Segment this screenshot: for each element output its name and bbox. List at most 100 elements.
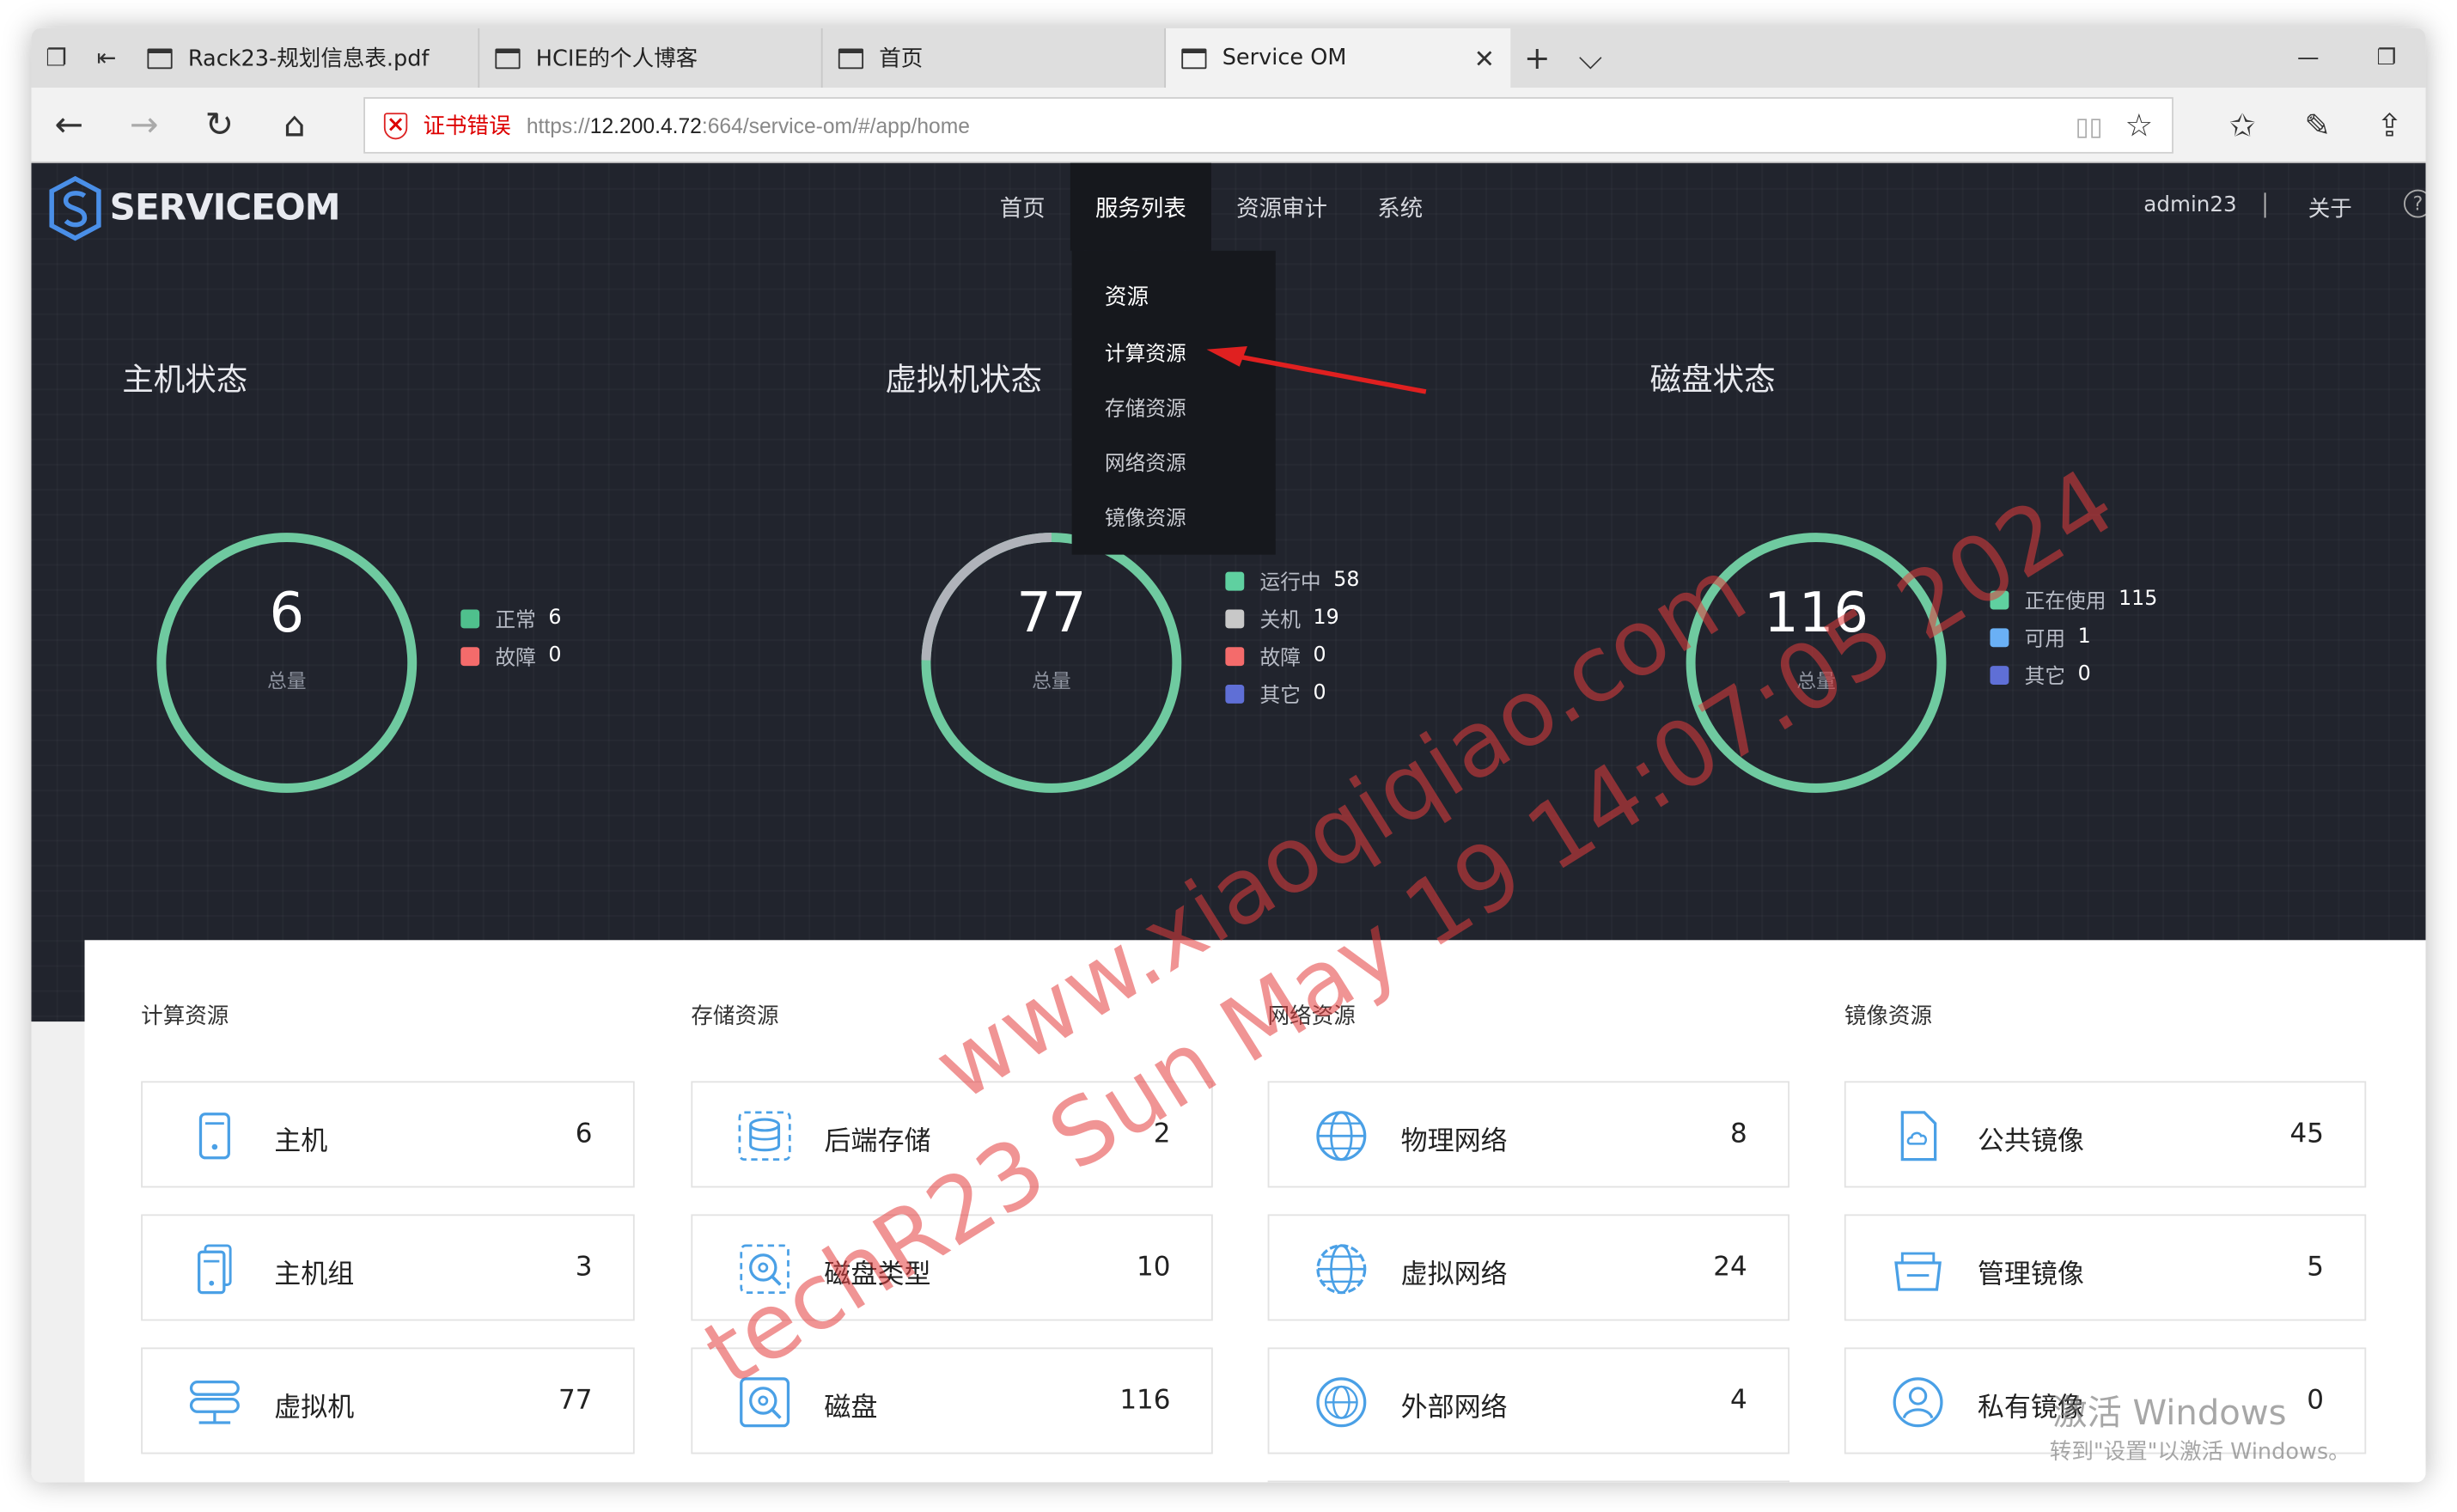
home-button[interactable]: ⌂ [266, 101, 323, 150]
globe-icon [1316, 1244, 1367, 1295]
card-label: 主机组 [274, 1259, 355, 1291]
tab-home[interactable]: 首页 [823, 27, 1167, 88]
card-managed-image[interactable]: 管理镜像 5 [1844, 1214, 2367, 1321]
globe-icon [1316, 1377, 1367, 1428]
legend-label: 可用 [2024, 628, 2066, 652]
card-label: 虚拟网络 [1400, 1259, 1508, 1291]
chevron-down-icon[interactable]: ⌵ [1564, 28, 1617, 88]
minimize-button[interactable]: — [2269, 28, 2347, 88]
card-label: 虚拟机 [274, 1393, 355, 1424]
url-text[interactable]: https://12.200.4.72:664/service-om/#/app… [527, 113, 970, 137]
tab-rack23-pdf[interactable]: Rack23-规划信息表.pdf [131, 27, 480, 88]
favorites-icon[interactable]: ✩ [2214, 101, 2271, 150]
card-external-network[interactable]: 外部网络 4 [1267, 1347, 1790, 1454]
dropdown-header-resources: 资源 [1104, 284, 1149, 311]
image-category-title: 镜像资源 [1844, 1004, 1932, 1030]
legend-value: 58 [1333, 569, 1360, 593]
disk-legend-available: 可用 1 [1990, 622, 2091, 652]
set-aside-tabs-icon[interactable]: ⇤ [82, 28, 131, 88]
tab-hcie-blog[interactable]: HCIE的个人博客 [479, 27, 823, 88]
forward-button[interactable]: → [116, 101, 173, 150]
legend-value: 0 [1313, 681, 1326, 705]
legend-label: 其它 [2024, 666, 2066, 690]
nav-resource-audit[interactable]: 资源审计 [1211, 163, 1352, 251]
host-icon [198, 1113, 230, 1160]
tab-service-om[interactable]: Service OM ✕ [1166, 27, 1511, 88]
menu-item-storage[interactable]: 存储资源 [1105, 392, 1186, 421]
legend-value: 1 [2077, 625, 2091, 649]
divider [2264, 192, 2266, 218]
annotation-arrow [1206, 346, 1427, 394]
cert-error-icon: × [383, 112, 408, 139]
windows-activation-hint: 转到"设置"以激活 Windows。 [2049, 1440, 2350, 1466]
refresh-button[interactable]: ↻ [192, 101, 248, 150]
nav-service-list[interactable]: 服务列表 [1070, 162, 1211, 251]
card-label: 后端存储 [824, 1126, 931, 1158]
nav-system[interactable]: 系统 [1352, 163, 1448, 251]
back-button[interactable]: ← [40, 101, 97, 150]
legend-swatch [1225, 684, 1245, 703]
managed-image-icon [1894, 1252, 1942, 1291]
url-host: 12.200.4.72 [589, 113, 702, 137]
menu-item-network[interactable]: 网络资源 [1105, 447, 1186, 476]
pen-icon[interactable]: ✎ [2289, 101, 2346, 150]
legend-value: 6 [548, 606, 562, 631]
vm-icon [189, 1380, 240, 1424]
globe-icon [1316, 1111, 1367, 1161]
storage-category-title: 存储资源 [691, 1004, 779, 1030]
legend-value: 19 [1313, 606, 1339, 631]
service-list-dropdown: 资源 计算资源 存储资源 网络资源 镜像资源 [1071, 250, 1276, 555]
menu-item-image[interactable]: 镜像资源 [1105, 502, 1186, 531]
host-legend-normal: 正常 6 [460, 603, 562, 633]
browser-window: ❐ ⇤ Rack23-规划信息表.pdf HCIE的个人博客 首页 Servic… [31, 27, 2426, 1483]
tab-actions-icon[interactable]: ❐ [31, 28, 81, 88]
card-virtual-network[interactable]: 虚拟网络 24 [1267, 1214, 1790, 1321]
service-om-logo[interactable]: SERVICEOM [47, 175, 341, 241]
disk-legend-other: 其它 0 [1990, 660, 2091, 690]
card-value: 3 [575, 1252, 593, 1283]
restore-button[interactable]: ❐ [2347, 28, 2425, 88]
card-host[interactable]: 主机 6 [141, 1081, 635, 1188]
card-vm[interactable]: 虚拟机 77 [141, 1347, 635, 1454]
new-tab-button[interactable]: + [1510, 28, 1564, 88]
card-value: 5 [2307, 1252, 2324, 1283]
legend-swatch [1225, 646, 1245, 666]
card-value: 8 [1730, 1119, 1747, 1150]
legend-swatch [460, 646, 480, 666]
card-physical-network[interactable]: 物理网络 8 [1267, 1081, 1790, 1188]
reading-view-icon[interactable]: ▯▯ [2076, 111, 2103, 141]
backend-storage-icon [738, 1111, 791, 1161]
url-path: :664/service-om/#/app/home [701, 113, 970, 137]
card-value: 4 [1730, 1385, 1747, 1417]
menu-item-compute[interactable]: 计算资源 [1105, 337, 1186, 366]
legend-label: 故障 [1259, 647, 1301, 671]
host-total-label: 总量 [266, 668, 307, 693]
legend-label: 故障 [495, 647, 536, 671]
url-scheme: https:// [526, 113, 590, 137]
vm-legend-off: 关机 19 [1225, 603, 1339, 633]
close-tab-icon[interactable]: ✕ [1474, 44, 1495, 74]
page-icon [495, 47, 521, 69]
legend-label: 正常 [495, 609, 536, 633]
card-label: 主机 [274, 1126, 328, 1158]
help-icon[interactable]: ? [2404, 189, 2426, 218]
cert-error-label[interactable]: 证书错误 [423, 110, 510, 141]
user-menu[interactable]: admin23 [2143, 192, 2236, 217]
card-label: 物理网络 [1400, 1126, 1508, 1158]
page-icon [147, 47, 173, 69]
card-value: 24 [1713, 1252, 1747, 1283]
legend-value: 115 [2119, 587, 2158, 612]
card-network-overflow[interactable] [1267, 1480, 1790, 1483]
disk-status-title: 磁盘状态 [1649, 360, 1776, 399]
card-label: 磁盘 [824, 1393, 878, 1424]
favorite-star-icon[interactable]: ☆ [2125, 107, 2153, 144]
card-host-group[interactable]: 主机组 3 [141, 1214, 635, 1321]
card-public-image[interactable]: 公共镜像 45 [1844, 1081, 2367, 1188]
address-bar[interactable]: × 证书错误 https://12.200.4.72:664/service-o… [363, 97, 2174, 154]
nav-home[interactable]: 首页 [975, 163, 1070, 251]
about-link[interactable]: 关于 [2308, 192, 2352, 223]
tab-label: Service OM [1222, 45, 1347, 71]
vm-legend-fault: 故障 0 [1225, 641, 1326, 671]
share-icon[interactable]: ⇪ [2362, 101, 2418, 150]
legend-swatch [1225, 608, 1245, 628]
